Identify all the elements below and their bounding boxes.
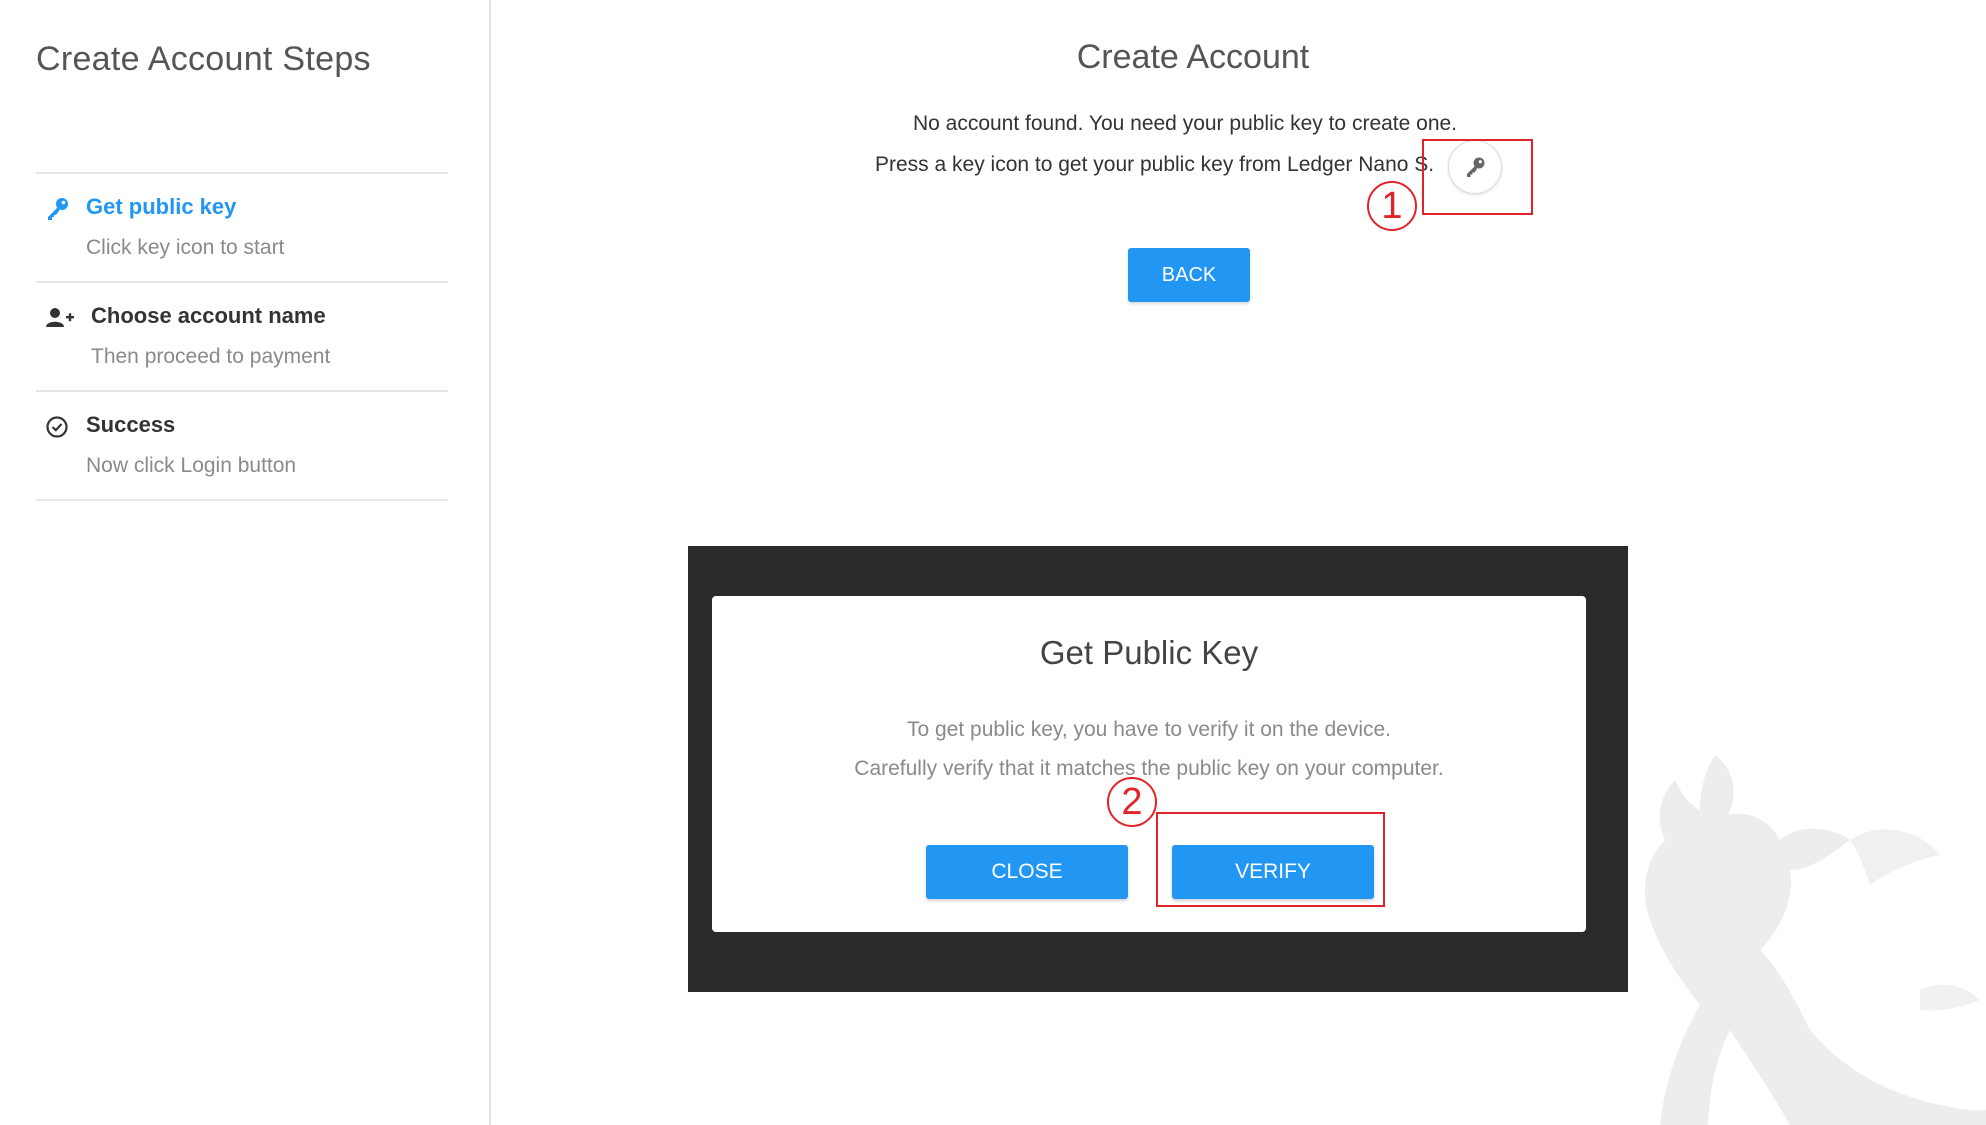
no-account-message: No account found. You need your public k… <box>912 112 1458 135</box>
sidebar-title: Create Account Steps <box>36 40 371 78</box>
page-title: Create Account <box>1076 38 1310 76</box>
key-instruction-message: Press a key icon to get your public key … <box>875 153 1435 176</box>
dialog-title: Get Public Key <box>1039 634 1259 671</box>
key-icon <box>44 196 72 224</box>
decorative-figure <box>1645 755 1986 1125</box>
step-description: Then proceed to payment <box>91 345 331 368</box>
back-button[interactable]: BACK <box>1128 248 1250 302</box>
step-title: Success <box>86 412 176 437</box>
get-public-key-dialog: Get Public Key To get public key, you ha… <box>712 596 1586 932</box>
step-title: Get public key <box>86 194 237 219</box>
step-title: Choose account name <box>91 303 326 328</box>
annotation-marker-1: 1 <box>1367 181 1417 231</box>
step-choose-account-name[interactable]: Choose account name Then proceed to paym… <box>36 283 448 392</box>
annotation-box-2 <box>1156 812 1385 907</box>
step-success[interactable]: Success Now click Login button <box>36 392 448 501</box>
dialog-message-line1: To get public key, you have to verify it… <box>906 718 1392 741</box>
step-description: Now click Login button <box>86 454 297 477</box>
annotation-box-1 <box>1422 139 1533 215</box>
step-description: Click key icon to start <box>86 236 285 259</box>
steps-list: Get public key Click key icon to start C… <box>36 172 448 501</box>
step-get-public-key[interactable]: Get public key Click key icon to start <box>36 174 448 283</box>
add-user-icon <box>44 305 74 333</box>
dialog-message-line2: Carefully verify that it matches the pub… <box>854 757 1444 780</box>
check-circle-icon <box>44 414 72 442</box>
sidebar: Create Account Steps Get public key Clic… <box>0 0 491 1125</box>
modal-overlay: Get Public Key To get public key, you ha… <box>688 546 1628 992</box>
close-button[interactable]: CLOSE <box>926 845 1128 899</box>
annotation-marker-2: 2 <box>1107 777 1157 827</box>
